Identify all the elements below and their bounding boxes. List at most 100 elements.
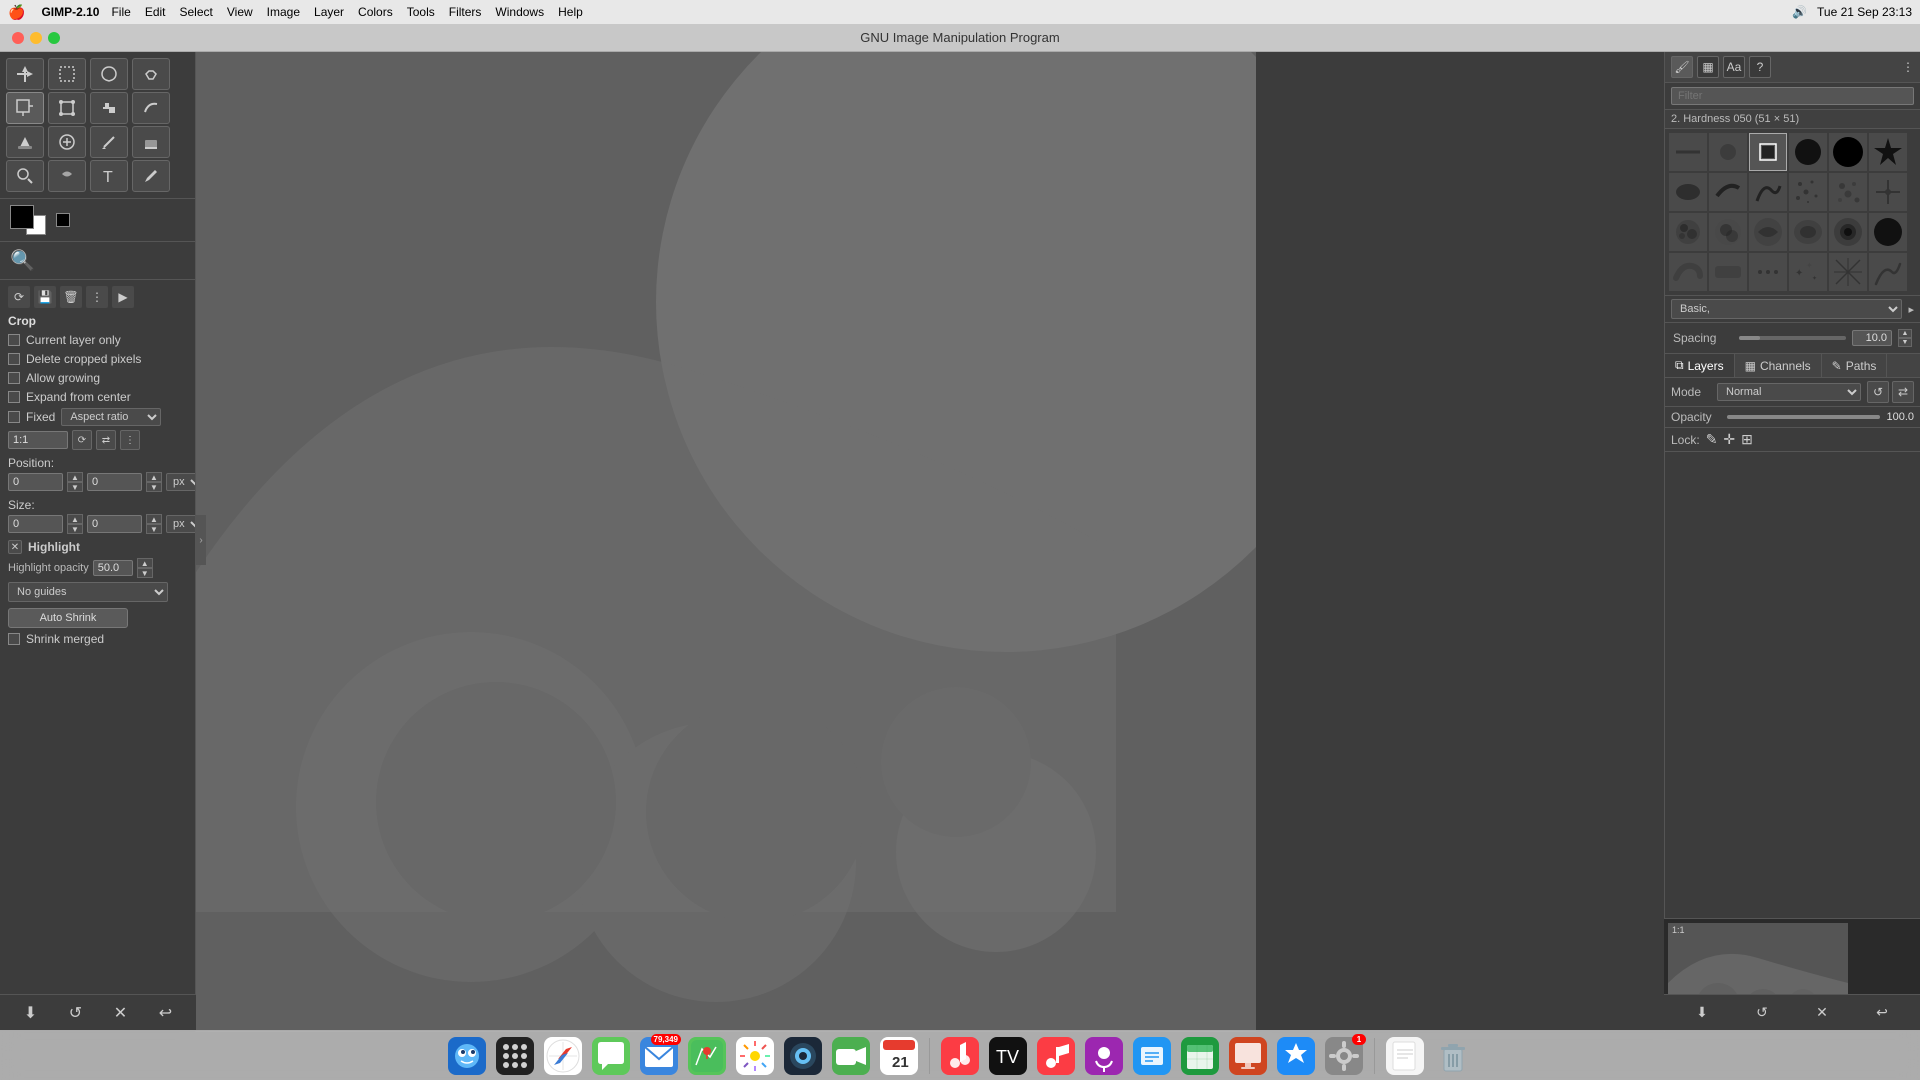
mode-dropdown[interactable]: Normal Multiply Screen Overlay (1717, 383, 1861, 401)
aspect-dropdown[interactable]: Aspect ratio Width / Height Size (61, 408, 161, 426)
menu-select[interactable]: Select (180, 5, 213, 19)
lbt-delete-btn[interactable]: ✕ (108, 1000, 134, 1026)
move-tool[interactable] (6, 58, 44, 90)
brush-cell-scatter1[interactable] (1789, 173, 1827, 211)
menu-tools[interactable]: Tools (407, 5, 435, 19)
guides-dropdown[interactable]: No guides Center lines Rule of thirds (8, 582, 168, 602)
fuzzy-select-tool[interactable] (132, 58, 170, 90)
smudge-tool[interactable] (48, 160, 86, 192)
right-panel-expand[interactable]: ⋮ (1902, 60, 1914, 74)
dock-safari[interactable] (541, 1034, 585, 1078)
brush-cell-dark[interactable] (1869, 213, 1907, 251)
dock-messages[interactable] (589, 1034, 633, 1078)
maximize-button[interactable] (48, 32, 60, 44)
pos-x-down[interactable]: ▼ (67, 482, 83, 492)
close-button[interactable] (12, 32, 24, 44)
menu-image[interactable]: Image (267, 5, 300, 19)
dock-trash[interactable] (1431, 1034, 1475, 1078)
brush-cell-ink2[interactable] (1709, 173, 1747, 211)
dock-maps[interactable] (685, 1034, 729, 1078)
lock-pixels-icon[interactable]: ✎ (1706, 431, 1718, 448)
paint-bucket-tool[interactable] (6, 126, 44, 158)
minimize-button[interactable] (30, 32, 42, 44)
lbt-reset-btn[interactable]: ↩ (153, 1000, 179, 1026)
pos-y-up[interactable]: ▲ (146, 472, 162, 482)
brush-cell-star[interactable] (1869, 133, 1907, 171)
brush-cell-dotted1[interactable] (1749, 253, 1787, 291)
brush-cell-line[interactable] (1669, 133, 1707, 171)
dock-appletv[interactable]: TV (986, 1034, 1030, 1078)
crop-tool[interactable] (6, 92, 44, 124)
tool-options-save[interactable]: 💾 (34, 286, 56, 308)
patterns-icon[interactable]: ▦ (1697, 56, 1719, 78)
menubar-siri[interactable]: 🔊 (1792, 5, 1807, 19)
brush-cell-grunge1[interactable] (1669, 213, 1707, 251)
rect-select-tool[interactable] (48, 58, 86, 90)
allow-growing-checkbox[interactable] (8, 372, 20, 384)
brush-cell-ink3[interactable] (1749, 173, 1787, 211)
dock-keynote[interactable] (1226, 1034, 1270, 1078)
rp-restore-btn[interactable]: ↺ (1749, 1000, 1775, 1026)
opacity-up[interactable]: ▲ (137, 558, 153, 568)
brush-cell-hard-small[interactable] (1709, 133, 1747, 171)
clone-tool[interactable] (6, 160, 44, 192)
brush-cell-ink1[interactable] (1669, 173, 1707, 211)
rp-save-btn[interactable]: ⬇ (1689, 1000, 1715, 1026)
tool-options-menu[interactable]: ⋮ (86, 286, 108, 308)
tab-paths[interactable]: ✎ Paths (1822, 354, 1888, 377)
dock-photos[interactable] (733, 1034, 777, 1078)
menu-colors[interactable]: Colors (358, 5, 393, 19)
menu-file[interactable]: File (111, 5, 130, 19)
fixed-checkbox[interactable] (8, 411, 20, 423)
dock-numbers[interactable] (1178, 1034, 1222, 1078)
brush-filter-input[interactable] (1671, 87, 1914, 105)
menu-help[interactable]: Help (558, 5, 583, 19)
dock-facetime[interactable] (829, 1034, 873, 1078)
help-icon[interactable]: ? (1749, 56, 1771, 78)
heal-tool[interactable] (48, 126, 86, 158)
brush-cell-hard-xlarge[interactable] (1829, 133, 1867, 171)
aspect-menu-btn[interactable]: ⋮ (120, 430, 140, 450)
brush-cell-textured[interactable] (1869, 253, 1907, 291)
menu-edit[interactable]: Edit (145, 5, 166, 19)
size-w-input[interactable] (8, 515, 63, 533)
dock-calendar[interactable]: 21 (877, 1034, 921, 1078)
app-name[interactable]: GIMP-2.10 (41, 5, 99, 19)
brush-cell-plus[interactable] (1869, 173, 1907, 211)
tab-channels[interactable]: ▦ Channels (1735, 354, 1822, 377)
rp-delete-btn[interactable]: ✕ (1809, 1000, 1835, 1026)
lasso-tool[interactable] (90, 58, 128, 90)
fonts-icon[interactable]: Aa (1723, 56, 1745, 78)
menu-filters[interactable]: Filters (449, 5, 482, 19)
align-tool[interactable] (90, 92, 128, 124)
canvas-area[interactable] (196, 52, 1256, 1032)
menu-windows[interactable]: Windows (495, 5, 544, 19)
apple-menu[interactable]: 🍎 (8, 4, 25, 21)
preset-dropdown[interactable]: Basic, (1671, 299, 1902, 319)
tab-layers[interactable]: ⧉ Layers (1665, 354, 1735, 377)
shrink-merged-checkbox[interactable] (8, 633, 20, 645)
position-y-input[interactable] (87, 473, 142, 491)
highlight-opacity-input[interactable] (93, 560, 133, 576)
pos-y-down[interactable]: ▼ (146, 482, 162, 492)
size-w-down[interactable]: ▼ (67, 524, 83, 534)
spacing-down[interactable]: ▼ (1898, 338, 1912, 347)
mode-reset-btn[interactable]: ↺ (1867, 381, 1889, 403)
spacing-slider[interactable] (1739, 336, 1846, 340)
aspect-value-input[interactable] (8, 431, 68, 449)
foreground-color[interactable] (10, 205, 34, 229)
expand-center-checkbox[interactable] (8, 391, 20, 403)
dock-mail[interactable]: 79,349 (637, 1034, 681, 1078)
left-panel-collapse[interactable]: › (196, 515, 206, 565)
tool-options-expand[interactable]: ▶ (112, 286, 134, 308)
brush-cell-stars[interactable]: ✦ ✦ ✦ (1789, 253, 1827, 291)
pencil-tool[interactable] (90, 126, 128, 158)
eraser-tool[interactable] (132, 126, 170, 158)
brush-cell-grunge2[interactable] (1709, 213, 1747, 251)
lbt-restore-btn[interactable]: ↺ (63, 1000, 89, 1026)
rp-reset-btn[interactable]: ↩ (1869, 1000, 1895, 1026)
pos-x-up[interactable]: ▲ (67, 472, 83, 482)
preset-expand-icon[interactable]: ▸ (1908, 303, 1914, 316)
delete-cropped-checkbox[interactable] (8, 353, 20, 365)
brush-cell-scatter2[interactable] (1829, 173, 1867, 211)
